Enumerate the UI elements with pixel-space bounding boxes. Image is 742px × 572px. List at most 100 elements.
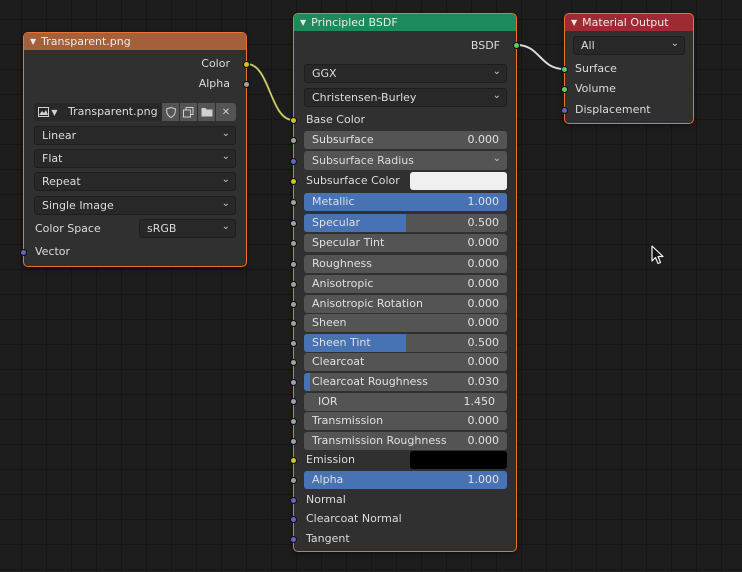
emission-color-swatch[interactable] <box>410 451 507 469</box>
image-selector-row: ▼ Transparent.png ✕ <box>34 103 236 121</box>
subsurface-label: Subsurface <box>312 133 374 146</box>
anisotropic-rotation-field[interactable]: Anisotropic Rotation 0.000 <box>304 295 507 313</box>
transmission-socket[interactable] <box>290 418 297 425</box>
displacement-input-socket[interactable] <box>561 107 568 114</box>
bsdf-output-socket[interactable] <box>513 42 520 49</box>
roughness-socket[interactable] <box>290 261 297 268</box>
displacement-input-label: Displacement <box>575 103 651 116</box>
sheen-field[interactable]: Sheen 0.000 <box>304 314 507 332</box>
anisotropic-rotation-socket[interactable] <box>290 301 297 308</box>
open-file-folder-icon[interactable] <box>198 103 215 121</box>
clearcoat-normal-socket[interactable] <box>290 516 297 523</box>
principled-bsdf-node[interactable]: ▼ Principled BSDF BSDF GGX ⌄ Christensen… <box>293 13 517 552</box>
output-node-header[interactable]: ▼ Material Output <box>565 14 693 31</box>
color-output-socket[interactable] <box>243 61 250 68</box>
alpha-output-socket[interactable] <box>243 81 250 88</box>
clearcoat-roughness-socket[interactable] <box>290 379 297 386</box>
extension-value: Repeat <box>42 175 81 188</box>
color-space-dropdown[interactable]: sRGB ⌄ <box>139 219 236 238</box>
roughness-field[interactable]: Roughness 0.000 <box>304 255 507 273</box>
bsdf-node-header[interactable]: ▼ Principled BSDF <box>294 14 516 31</box>
subsurface-color-socket[interactable] <box>290 178 297 185</box>
roughness-label: Roughness <box>312 257 373 270</box>
emission-socket[interactable] <box>290 457 297 464</box>
ior-field[interactable]: IOR 1.450 <box>304 393 507 411</box>
metallic-label: Metallic <box>312 195 355 208</box>
specular-tint-field[interactable]: Specular Tint 0.000 <box>304 234 507 252</box>
anisotropic-field[interactable]: Anisotropic 0.000 <box>304 275 507 293</box>
transmission-roughness-field[interactable]: Transmission Roughness 0.000 <box>304 432 507 450</box>
duplicate-image-icon[interactable] <box>180 103 197 121</box>
alpha-socket[interactable] <box>290 477 297 484</box>
extension-dropdown[interactable]: Repeat ⌄ <box>34 172 236 191</box>
fake-user-shield-icon[interactable] <box>162 103 179 121</box>
link-color-to-base-color <box>246 63 294 121</box>
clearcoat-socket[interactable] <box>290 359 297 366</box>
collapse-triangle-icon[interactable]: ▼ <box>30 37 36 46</box>
vector-input-socket[interactable] <box>20 249 27 256</box>
interpolation-value: Linear <box>42 129 77 142</box>
color-space-value: sRGB <box>147 222 177 235</box>
metallic-field[interactable]: Metallic 1.000 <box>304 193 507 211</box>
output-target-value: All <box>581 39 595 52</box>
image-texture-node[interactable]: ▼ Transparent.png Color Alpha ▼ Transpar… <box>23 32 247 267</box>
transmission-value: 0.000 <box>467 414 500 427</box>
subsurface-socket[interactable] <box>290 137 297 144</box>
bsdf-output-label: BSDF <box>470 39 500 52</box>
clearcoat-field[interactable]: Clearcoat 0.000 <box>304 353 507 371</box>
subsurface-method-dropdown[interactable]: Christensen-Burley ⌄ <box>304 88 507 107</box>
volume-input-label: Volume <box>575 82 616 95</box>
specular-socket[interactable] <box>290 220 297 227</box>
alpha-field[interactable]: Alpha 1.000 <box>304 471 507 489</box>
clearcoat-normal-label: Clearcoat Normal <box>306 512 402 525</box>
output-target-dropdown[interactable]: All ⌄ <box>573 36 685 55</box>
collapse-triangle-icon[interactable]: ▼ <box>571 18 577 27</box>
collapse-triangle-icon[interactable]: ▼ <box>300 18 306 27</box>
transmission-roughness-socket[interactable] <box>290 438 297 445</box>
tangent-label: Tangent <box>306 532 350 545</box>
projection-dropdown[interactable]: Flat ⌄ <box>34 149 236 168</box>
subsurface-color-swatch[interactable] <box>410 172 507 190</box>
surface-input-socket[interactable] <box>561 66 568 73</box>
roughness-value: 0.000 <box>467 257 500 270</box>
chevron-down-icon: ⌄ <box>492 153 501 164</box>
subsurface-field[interactable]: Subsurface 0.000 <box>304 131 507 149</box>
interpolation-dropdown[interactable]: Linear ⌄ <box>34 126 236 145</box>
sheen-socket[interactable] <box>290 320 297 327</box>
material-output-node[interactable]: ▼ Material Output All ⌄ Surface Volume D… <box>564 13 694 124</box>
image-node-header[interactable]: ▼ Transparent.png <box>24 33 246 50</box>
subsurface-value: 0.000 <box>467 133 500 146</box>
specular-tint-socket[interactable] <box>290 240 297 247</box>
metallic-value: 1.000 <box>467 195 500 208</box>
specular-value: 0.500 <box>467 216 500 229</box>
subsurface-radius-dropdown[interactable]: Subsurface Radius ⌄ <box>304 151 507 170</box>
subsurface-radius-socket[interactable] <box>290 158 297 165</box>
clearcoat-value: 0.000 <box>467 355 500 368</box>
source-value: Single Image <box>42 199 114 212</box>
tangent-socket[interactable] <box>290 536 297 543</box>
image-node-title: Transparent.png <box>41 35 131 48</box>
clearcoat-roughness-fill <box>304 373 311 391</box>
distribution-dropdown[interactable]: GGX ⌄ <box>304 64 507 83</box>
sheen-tint-field[interactable]: Sheen Tint 0.500 <box>304 334 507 352</box>
normal-socket[interactable] <box>290 497 297 504</box>
clearcoat-roughness-field[interactable]: Clearcoat Roughness 0.030 <box>304 373 507 391</box>
mouse-cursor-icon <box>651 245 664 265</box>
transmission-field[interactable]: Transmission 0.000 <box>304 412 507 430</box>
image-name-field[interactable]: Transparent.png <box>62 103 162 121</box>
source-dropdown[interactable]: Single Image ⌄ <box>34 196 236 215</box>
unlink-image-close-icon[interactable]: ✕ <box>216 103 236 121</box>
normal-label: Normal <box>306 493 346 506</box>
base-color-socket[interactable] <box>290 117 297 124</box>
chevron-down-icon: ⌄ <box>221 221 230 232</box>
anisotropic-socket[interactable] <box>290 281 297 288</box>
sheen-tint-socket[interactable] <box>290 340 297 347</box>
volume-input-socket[interactable] <box>561 86 568 93</box>
base-color-label: Base Color <box>306 113 366 126</box>
subsurface-color-label: Subsurface Color <box>306 174 400 187</box>
metallic-socket[interactable] <box>290 199 297 206</box>
distribution-value: GGX <box>312 67 337 80</box>
image-browse-icon[interactable]: ▼ <box>34 103 62 121</box>
specular-field[interactable]: Specular 0.500 <box>304 214 507 232</box>
ior-socket[interactable] <box>290 398 297 405</box>
